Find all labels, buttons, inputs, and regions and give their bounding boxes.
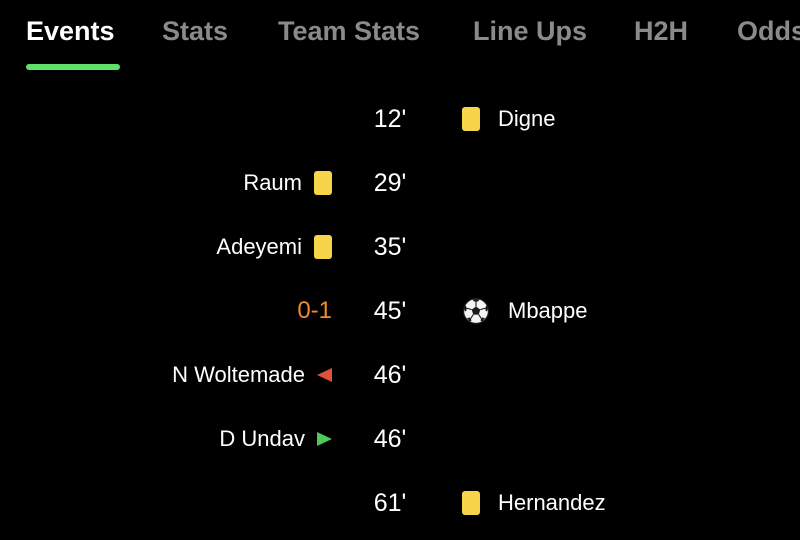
tab-bar: Events Stats Team Stats Line Ups H2H Odd… xyxy=(0,0,800,80)
event-minute: 46' xyxy=(373,361,407,389)
event-row: D Undav 46' xyxy=(0,419,800,459)
score-after-goal: 0-1 xyxy=(297,297,332,324)
yellow-card-icon xyxy=(462,491,480,515)
player-name: Mbappe xyxy=(508,298,588,323)
player-name: Hernandez xyxy=(498,490,606,515)
event-minute: 12' xyxy=(373,105,407,133)
event-row: 61' Hernandez xyxy=(0,483,800,523)
substitution-out-icon xyxy=(317,368,332,382)
substitution-in-icon xyxy=(317,432,332,446)
away-event: Hernandez xyxy=(462,483,606,523)
event-minute: 46' xyxy=(373,425,407,453)
tab-line-ups[interactable]: Line Ups xyxy=(473,14,587,48)
tab-team-stats[interactable]: Team Stats xyxy=(278,14,420,48)
player-name: Raum xyxy=(243,170,302,195)
event-row: 0-1 45' Mbappe xyxy=(0,291,800,331)
event-row: N Woltemade 46' xyxy=(0,355,800,395)
player-name: Digne xyxy=(498,106,556,131)
home-event: Raum xyxy=(243,163,332,203)
event-row: 12' Digne xyxy=(0,99,800,139)
event-minute: 45' xyxy=(373,297,407,325)
home-event: N Woltemade xyxy=(172,355,332,395)
tab-stats[interactable]: Stats xyxy=(162,14,228,48)
yellow-card-icon xyxy=(314,235,332,259)
soccer-ball-icon xyxy=(462,297,490,325)
player-name: N Woltemade xyxy=(172,362,305,387)
away-event: Digne xyxy=(462,99,555,139)
yellow-card-icon xyxy=(314,171,332,195)
home-event: D Undav xyxy=(219,419,332,459)
tab-odds[interactable]: Odds xyxy=(737,14,800,48)
home-event: 0-1 xyxy=(297,291,332,331)
event-minute: 29' xyxy=(373,169,407,197)
event-minute: 35' xyxy=(373,233,407,261)
away-event: Mbappe xyxy=(462,291,588,331)
tab-h2h[interactable]: H2H xyxy=(634,14,688,48)
event-row: Raum 29' xyxy=(0,163,800,203)
active-tab-indicator xyxy=(26,64,120,70)
player-name: D Undav xyxy=(219,426,305,451)
home-event: Adeyemi xyxy=(216,227,332,267)
event-row: Adeyemi 35' xyxy=(0,227,800,267)
player-name: Adeyemi xyxy=(216,234,302,259)
tab-events[interactable]: Events xyxy=(26,14,115,48)
event-minute: 61' xyxy=(373,489,407,517)
yellow-card-icon xyxy=(462,107,480,131)
